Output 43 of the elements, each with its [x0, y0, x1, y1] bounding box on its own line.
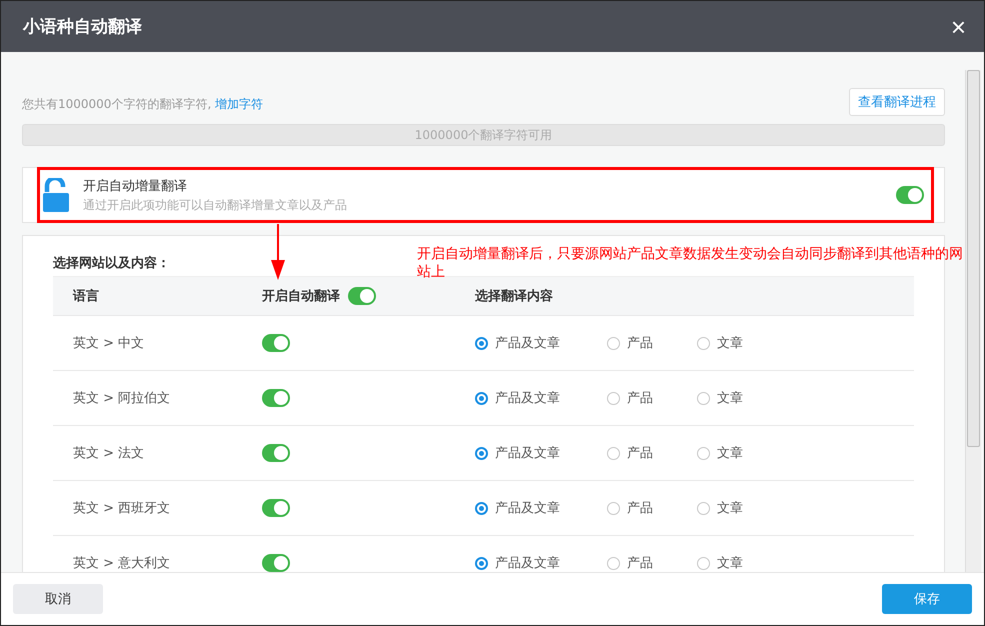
window-title: 小语种自动翻译: [23, 16, 142, 38]
language-cell: 英文 > 阿拉伯文: [73, 391, 170, 406]
incremental-title: 开启自动增量翻译: [83, 178, 188, 194]
radio-option[interactable]: 产品: [607, 554, 697, 572]
radio-option[interactable]: 文章: [697, 444, 743, 462]
radio-option[interactable]: 文章: [697, 389, 743, 407]
radio-option[interactable]: 产品及文章: [475, 334, 607, 352]
radio-option[interactable]: 产品: [607, 389, 697, 407]
language-cell: 英文 > 意大利文: [73, 556, 170, 571]
row-toggle[interactable]: [262, 444, 290, 462]
incremental-toggle[interactable]: [896, 186, 924, 204]
quota-bar: 1000000个翻译字符可用: [22, 124, 945, 146]
row-toggle[interactable]: [262, 554, 290, 572]
scrollbar[interactable]: [965, 70, 981, 572]
column-header: 语言: [73, 289, 99, 304]
radio-option[interactable]: 产品及文章: [475, 499, 607, 517]
language-cell: 英文 > 法文: [73, 446, 144, 461]
section-title: 选择网站以及内容：: [53, 254, 170, 273]
radio-option[interactable]: 产品及文章: [475, 554, 607, 572]
radio-option[interactable]: 文章: [697, 554, 743, 572]
incremental-description: 通过开启此项功能可以自动翻译增量文章以及产品: [83, 196, 348, 214]
annotation-arrow: [270, 224, 286, 280]
row-toggle[interactable]: [262, 499, 290, 517]
radio-option[interactable]: 文章: [697, 499, 743, 517]
language-cell: 英文 > 西班牙文: [73, 501, 170, 516]
radio-option[interactable]: 产品: [607, 444, 697, 462]
row-toggle[interactable]: [262, 334, 290, 352]
radio-option[interactable]: 产品: [607, 499, 697, 517]
cancel-button[interactable]: 取消: [13, 584, 103, 614]
row-toggle[interactable]: [262, 389, 290, 407]
radio-option[interactable]: 产品及文章: [475, 444, 607, 462]
quota-text: 您共有1000000个字符的翻译字符, 增加字符: [22, 96, 264, 113]
language-cell: 英文 > 中文: [73, 336, 144, 351]
radio-option[interactable]: 产品: [607, 334, 697, 352]
scrollbar-thumb[interactable]: [967, 70, 980, 447]
unlocked-padlock-icon: [43, 178, 69, 212]
toggle-all-switch[interactable]: [348, 287, 376, 305]
radio-option[interactable]: 产品及文章: [475, 389, 607, 407]
radio-option[interactable]: 文章: [697, 334, 743, 352]
column-header: 开启自动翻译: [262, 288, 340, 305]
column-header: 选择翻译内容: [475, 288, 553, 305]
annotation-note: 开启自动增量翻译后，只要源网站产品文章数据发生变动会自动同步翻译到其他语种的网站上: [417, 245, 964, 281]
close-button[interactable]: ×: [950, 14, 966, 40]
